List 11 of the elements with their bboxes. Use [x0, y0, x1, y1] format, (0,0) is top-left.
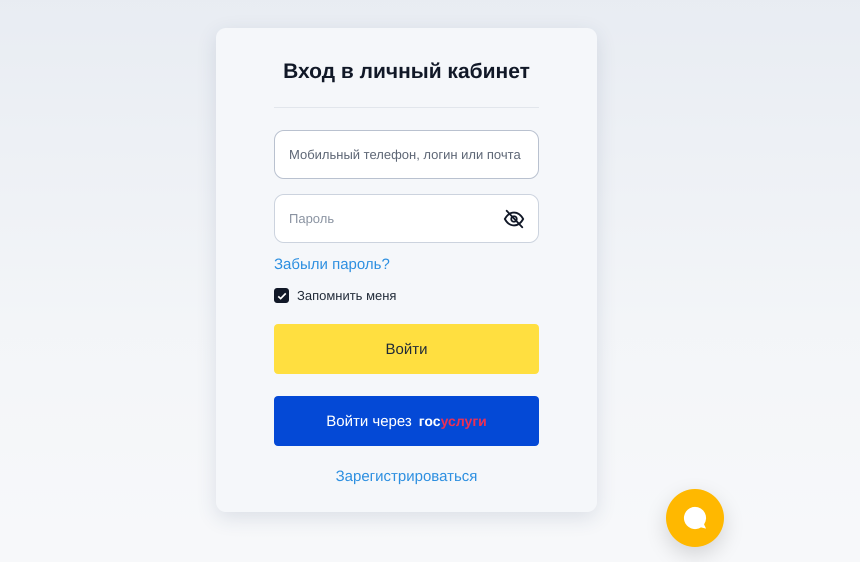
login-button[interactable]: Войти: [274, 324, 539, 374]
eye-slash-icon[interactable]: [503, 208, 525, 230]
password-field[interactable]: Пароль: [274, 194, 539, 243]
chat-bubble-icon: [683, 506, 707, 530]
gosuslugi-logo: госуслуги: [418, 413, 487, 429]
gosuslugi-login-button[interactable]: Войти через госуслуги: [274, 396, 539, 446]
remember-checkbox[interactable]: [274, 288, 289, 303]
card-title: Вход в личный кабинет: [282, 59, 531, 85]
remember-label: Запомнить меня: [297, 288, 396, 303]
login-field[interactable]: Мобильный телефон, логин или почта: [274, 130, 539, 179]
button-label: Войти через: [326, 412, 412, 430]
